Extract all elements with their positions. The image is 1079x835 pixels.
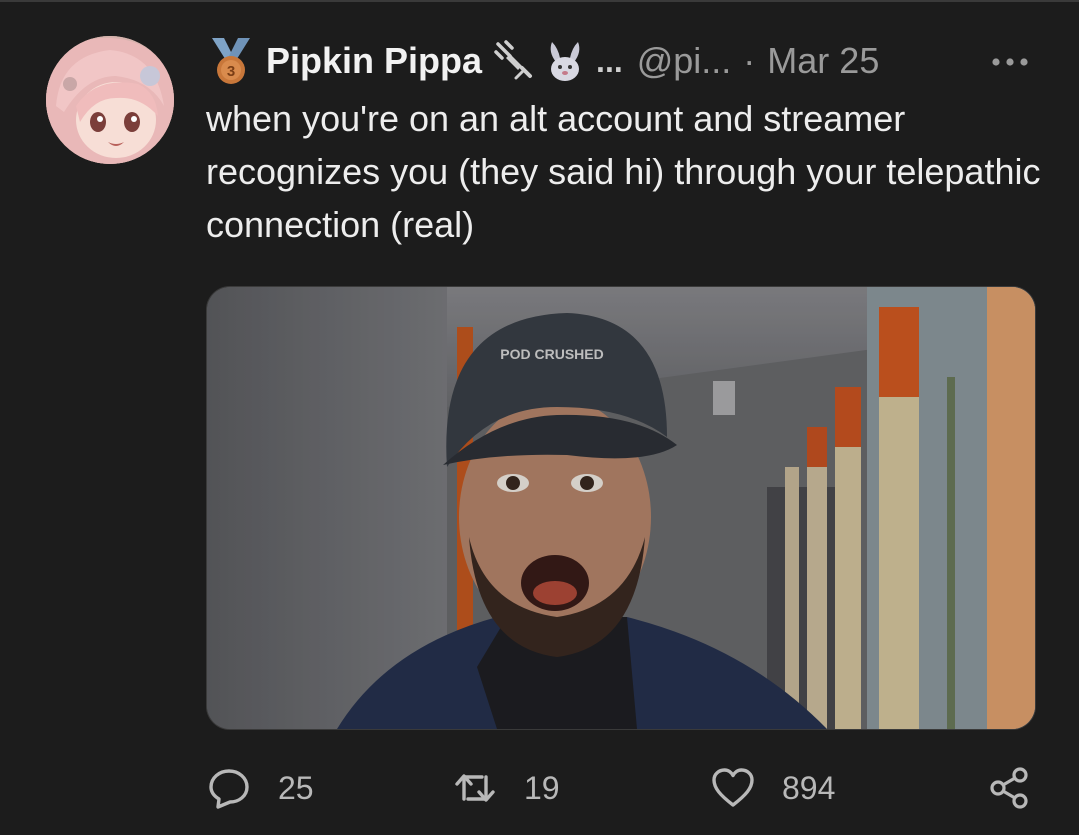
top-divider <box>0 0 1079 2</box>
medal-rank: 3 <box>227 63 235 80</box>
tweet-text: when you're on an alt account and stream… <box>206 98 1041 245</box>
like-count: 894 <box>782 769 836 806</box>
tweet-actions: 25 19 894 <box>206 760 1036 816</box>
tweet-header: 3 Pipkin Pippa ... @pi... · Mar 25 <box>206 36 879 86</box>
header-separator: · <box>743 40 756 81</box>
retweet-count: 19 <box>524 769 560 806</box>
reply-bubble-icon <box>209 769 249 809</box>
bronze-medal-icon: 3 <box>212 38 250 84</box>
heart-icon <box>712 768 754 807</box>
unplugged-plug-icon <box>494 40 533 80</box>
tweet-media-image[interactable]: POD CRUSHED <box>206 286 1036 730</box>
name-overflow-ellipsis: ... <box>596 42 623 79</box>
like-button[interactable]: 894 <box>710 760 835 816</box>
display-name[interactable]: Pipkin Pippa <box>266 40 482 82</box>
reply-count: 25 <box>278 769 314 806</box>
share-icon <box>990 767 1028 809</box>
tweet-date[interactable]: Mar 25 <box>767 40 879 82</box>
rabbit-icon <box>550 42 580 81</box>
share-button[interactable] <box>986 760 1032 816</box>
user-handle[interactable]: @pi... <box>637 40 732 82</box>
retweet-button[interactable]: 19 <box>452 760 560 816</box>
media-photo: POD CRUSHED <box>207 287 1035 729</box>
avatar-illustration <box>46 36 174 164</box>
reply-button[interactable]: 25 <box>206 760 314 816</box>
avatar[interactable] <box>46 36 174 164</box>
more-dots-icon[interactable] <box>986 46 1034 78</box>
retweet-icon <box>455 774 495 802</box>
